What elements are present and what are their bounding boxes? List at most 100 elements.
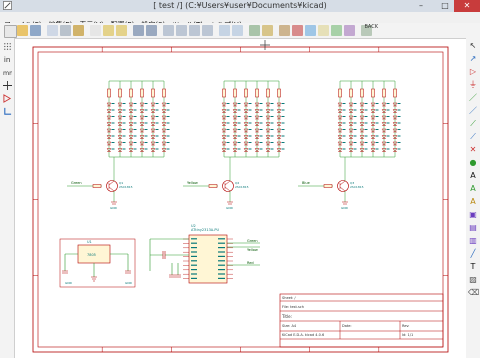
led-ref	[353, 148, 357, 150]
no-connect-icon[interactable]: ✕	[468, 145, 478, 155]
led-ref	[237, 103, 241, 104]
units-inch-icon[interactable]: in	[3, 55, 12, 64]
grid-toggle-icon[interactable]	[3, 42, 12, 51]
resistor	[233, 88, 237, 98]
zoom-out-icon[interactable]	[176, 25, 187, 36]
zoom-in-icon[interactable]	[163, 25, 174, 36]
led-ref	[270, 135, 274, 137]
cursor-shape-icon[interactable]	[3, 81, 12, 90]
led-ref	[270, 122, 274, 124]
erc-icon[interactable]	[292, 25, 303, 36]
led-ref	[226, 129, 230, 130]
find-icon[interactable]	[133, 25, 144, 36]
mcu-label-red: Red	[247, 261, 254, 265]
mcu-label-green: Green	[247, 239, 258, 243]
led-array-3	[337, 80, 401, 158]
led-ref	[270, 129, 274, 130]
led-ref	[237, 135, 241, 137]
resistor	[371, 88, 375, 98]
resistor	[338, 88, 342, 98]
transistor-block-3: Blue Q32SC1815GND	[298, 157, 364, 210]
hidden-pins-icon[interactable]	[3, 94, 12, 103]
led-ref	[122, 103, 126, 104]
annotate-icon[interactable]	[279, 25, 290, 36]
minimize-button[interactable]: –	[414, 0, 428, 12]
add-component-icon[interactable]: ▷	[468, 67, 478, 77]
leave-sheet-icon[interactable]	[232, 25, 243, 36]
left-toolbar: in mm	[0, 38, 15, 358]
led-array-2	[221, 80, 285, 158]
add-global-label-icon[interactable]: A	[468, 184, 478, 194]
led-ref	[226, 135, 230, 137]
led-ref	[155, 103, 159, 104]
led-ref	[375, 103, 379, 104]
units-mm-icon[interactable]: mm	[3, 68, 12, 77]
hierarchy-icon[interactable]	[219, 25, 230, 36]
led-ref	[122, 135, 126, 137]
led-ref	[133, 135, 137, 137]
save-icon[interactable]	[30, 25, 41, 36]
find-replace-icon[interactable]	[146, 25, 157, 36]
schematic-canvas[interactable]: Green Q1 2SC1815 GND Yellow Q2 2SC1815 GND Blue Q…	[15, 39, 466, 358]
redo-icon[interactable]	[116, 25, 127, 36]
led-ref	[111, 148, 115, 150]
resistor	[255, 88, 259, 98]
led-ref	[166, 148, 170, 150]
library-browser-icon[interactable]	[262, 25, 273, 36]
add-image-icon[interactable]: ▨	[468, 275, 478, 285]
main-toolbar: BACK	[0, 23, 480, 39]
pcbnew-icon[interactable]	[344, 25, 355, 36]
plot-icon[interactable]	[73, 25, 84, 36]
led-ref	[111, 103, 115, 104]
library-editor-icon[interactable]	[249, 25, 260, 36]
led-ref	[133, 103, 137, 104]
add-power-icon[interactable]: ⏚	[468, 80, 478, 90]
add-junction-icon[interactable]: ●	[468, 158, 478, 168]
new-sheet-icon[interactable]	[4, 25, 17, 38]
sheet-setup-icon[interactable]	[47, 25, 58, 36]
wire-entry-icon[interactable]: ⟋	[468, 119, 478, 129]
led-ref	[226, 116, 230, 117]
led-ref	[386, 116, 390, 117]
paste-icon[interactable]	[90, 25, 101, 36]
resistor	[151, 88, 155, 98]
add-wire-icon[interactable]: ／	[468, 93, 478, 103]
led-ref	[226, 148, 230, 150]
bus-entry-icon[interactable]: ⟋	[468, 132, 478, 142]
add-text-icon[interactable]: T	[468, 262, 478, 272]
led-ref	[111, 122, 115, 124]
led-ref	[397, 103, 401, 104]
zoom-fit-icon[interactable]	[202, 25, 213, 36]
maximize-button[interactable]: □	[438, 0, 452, 12]
add-bus-icon[interactable]: ／	[468, 106, 478, 116]
led-ref	[281, 129, 285, 130]
close-button[interactable]: ✕	[454, 0, 480, 12]
add-label-icon[interactable]: A	[468, 171, 478, 181]
led-ref	[353, 129, 357, 130]
led-ref	[397, 142, 401, 143]
led-ref	[364, 109, 368, 111]
led-ref	[111, 129, 115, 130]
import-hier-label-icon[interactable]: ▤	[468, 223, 478, 233]
add-graphic-line-icon[interactable]: ╱	[468, 249, 478, 259]
led-ref	[133, 116, 137, 117]
bom-icon[interactable]	[318, 25, 329, 36]
zoom-redraw-icon[interactable]	[189, 25, 200, 36]
resistor	[360, 88, 364, 98]
led-ref	[259, 148, 263, 150]
add-hier-label-icon[interactable]: A	[468, 197, 478, 207]
open-icon[interactable]	[17, 25, 28, 36]
highlight-net-icon[interactable]: ↗	[468, 54, 478, 64]
led-ref	[386, 109, 390, 111]
print-icon[interactable]	[60, 25, 71, 36]
netlist-icon[interactable]	[305, 25, 316, 36]
led-ref	[237, 109, 241, 111]
select-arrow-icon[interactable]: ↖	[468, 41, 478, 51]
led-ref	[375, 122, 379, 124]
cvpcb-icon[interactable]	[331, 25, 342, 36]
delete-item-icon[interactable]: ⌫	[468, 288, 479, 298]
add-hier-sheet-icon[interactable]: ▣	[468, 210, 478, 220]
undo-icon[interactable]	[103, 25, 114, 36]
add-sheet-pin-icon[interactable]: ▥	[468, 236, 478, 246]
wire-angle-icon[interactable]	[3, 107, 12, 116]
